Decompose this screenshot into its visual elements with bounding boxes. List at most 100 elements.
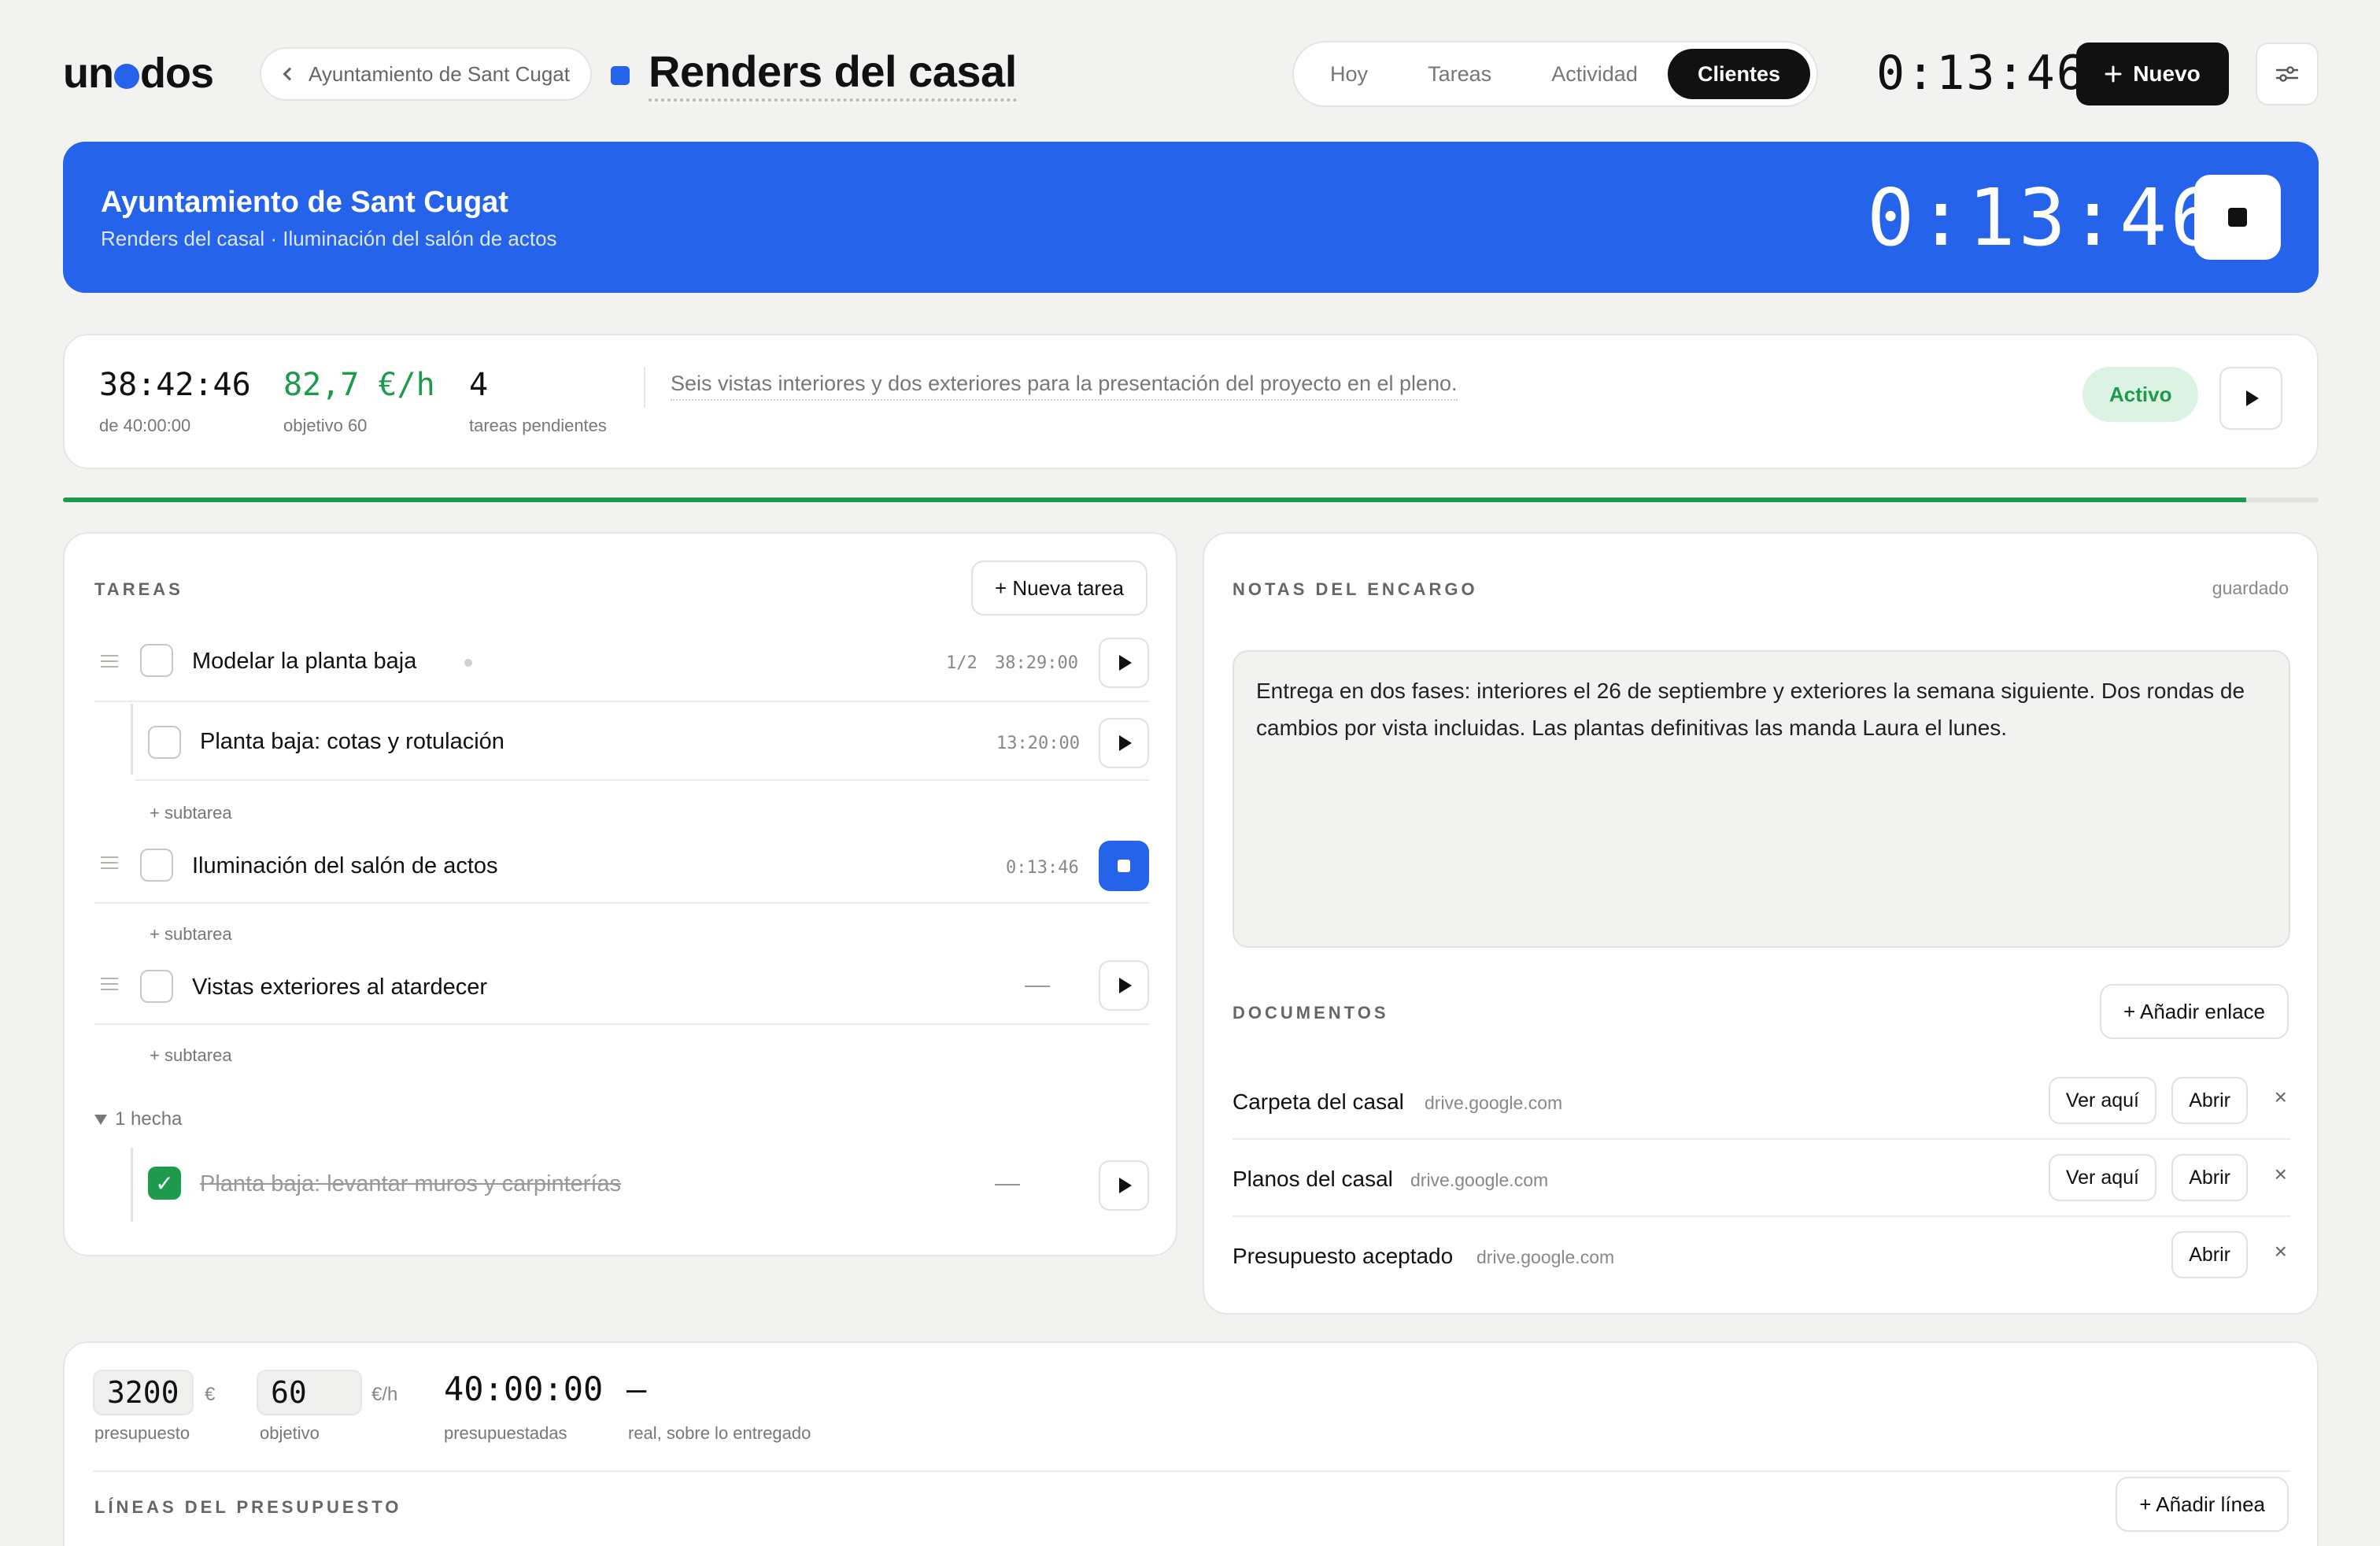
real-rate: –	[626, 1370, 647, 1408]
tab-actividad[interactable]: Actividad	[1521, 49, 1668, 99]
subtask-count: 1/2	[946, 653, 978, 673]
notes-textarea[interactable]: Entrega en dos fases: interiores el 26 d…	[1232, 650, 2290, 948]
play-icon	[1119, 1178, 1132, 1193]
drag-handle-icon[interactable]	[101, 856, 118, 873]
tab-clientes[interactable]: Clientes	[1667, 49, 1810, 99]
no-time-dash	[1025, 986, 1050, 987]
notes-title: NOTAS DEL ENCARGO	[1232, 579, 1478, 599]
hourly-rate: 82,7 €/h	[283, 367, 435, 403]
document-domain: drive.google.com	[1476, 1247, 1615, 1267]
done-task-play-button[interactable]	[1099, 1160, 1149, 1211]
task-play-button[interactable]	[1099, 960, 1149, 1011]
document-name[interactable]: Planos del casal	[1232, 1167, 1393, 1192]
add-subtask-link[interactable]: + subtarea	[150, 924, 232, 945]
budget-divider	[93, 1470, 2290, 1472]
plus-icon	[2105, 65, 2122, 83]
status-badge[interactable]: Activo	[2082, 367, 2199, 422]
tab-tareas[interactable]: Tareas	[1398, 49, 1521, 99]
budget-amount-label: presupuesto	[94, 1423, 190, 1443]
subtask-play-button[interactable]	[1099, 718, 1149, 768]
banner-subtitle: Renders del casal · Iluminación del saló…	[101, 227, 557, 250]
project-description[interactable]: Seis vistas interiores y dos exteriores …	[671, 372, 1458, 401]
project-color-dot	[611, 66, 630, 85]
total-time: 38:42:46	[99, 367, 251, 403]
page-title[interactable]: Renders del casal	[649, 46, 1017, 102]
subtask-name[interactable]: Planta baja: cotas y rotulación	[200, 729, 504, 755]
stop-icon	[2228, 208, 2247, 227]
project-stats-card: 38:42:46 de 40:00:00 82,7 €/h objetivo 6…	[63, 334, 2319, 469]
task-name[interactable]: Modelar la planta baja	[192, 649, 416, 675]
running-timer-banner: Ayuntamiento de Sant Cugat Renders del c…	[63, 142, 2319, 293]
task-checkbox[interactable]	[140, 970, 173, 1003]
play-icon	[1119, 978, 1132, 993]
drag-handle-icon[interactable]	[101, 978, 118, 994]
add-link-button[interactable]: + Añadir enlace	[2100, 984, 2289, 1039]
new-button[interactable]: Nuevo	[2076, 43, 2229, 105]
open-button[interactable]: Abrir	[2171, 1154, 2248, 1201]
task-note-dot	[464, 659, 472, 667]
done-toggle[interactable]: 1 hecha	[94, 1108, 182, 1130]
play-icon	[2246, 390, 2259, 406]
tab-hoy[interactable]: Hoy	[1300, 49, 1398, 99]
budgeted-hours: 40:00:00	[444, 1370, 604, 1408]
app-logo[interactable]: un dos	[63, 49, 214, 98]
settings-button[interactable]	[2256, 43, 2319, 105]
remove-icon[interactable]: ×	[2275, 1162, 2287, 1187]
checked-checkbox-icon[interactable]: ✓	[148, 1167, 181, 1200]
target-rate-unit: €/h	[371, 1384, 398, 1405]
logo-text-start: un	[63, 50, 114, 97]
open-button[interactable]: Abrir	[2171, 1077, 2248, 1124]
budget-amount-input[interactable]: 3200	[93, 1370, 194, 1415]
document-name[interactable]: Carpeta del casal	[1232, 1089, 1404, 1115]
task-row[interactable]: Modelar la planta baja 1/2 38:29:00	[94, 623, 1149, 702]
caret-down-icon	[94, 1114, 107, 1125]
task-play-button[interactable]	[1099, 638, 1149, 688]
chevron-left-icon	[283, 67, 297, 81]
remove-icon[interactable]: ×	[2275, 1085, 2287, 1110]
progress-fill	[63, 497, 2247, 502]
new-button-label: Nuevo	[2133, 61, 2201, 86]
budget-amount-unit: €	[205, 1384, 216, 1405]
add-subtask-link[interactable]: + subtarea	[150, 803, 232, 823]
breadcrumb-back-button[interactable]: Ayuntamiento de Sant Cugat	[260, 47, 592, 101]
target-rate-label: objetivo	[260, 1423, 320, 1443]
done-task-name[interactable]: Planta baja: levantar muros y carpinterí…	[200, 1171, 621, 1197]
drag-handle-icon[interactable]	[101, 655, 118, 671]
tasks-title: TAREAS	[94, 579, 183, 599]
open-button[interactable]: Abrir	[2171, 1231, 2248, 1278]
subtask-checkbox[interactable]	[148, 726, 181, 759]
view-here-button[interactable]: Ver aquí	[2048, 1077, 2156, 1124]
done-task-row[interactable]: ✓ Planta baja: levantar muros y carpinte…	[135, 1149, 1149, 1222]
task-row[interactable]: Vistas exteriores al atardecer	[94, 946, 1149, 1025]
real-rate-label: real, sobre lo entregado	[628, 1423, 811, 1443]
done-toggle-label: 1 hecha	[115, 1108, 183, 1130]
task-stop-button[interactable]	[1099, 841, 1149, 891]
header-timer: 0:13:46	[1876, 46, 2086, 101]
sliders-icon	[2275, 66, 2299, 82]
save-status: guardado	[2212, 578, 2289, 598]
task-name[interactable]: Vistas exteriores al atardecer	[192, 975, 487, 1000]
stats-divider	[644, 367, 645, 408]
budget-progress-bar	[63, 497, 2319, 502]
task-name[interactable]: Iluminación del salón de actos	[192, 853, 498, 879]
project-play-button[interactable]	[2219, 367, 2282, 430]
subtask-time: 13:20:00	[996, 734, 1080, 753]
document-name[interactable]: Presupuesto aceptado	[1232, 1244, 1453, 1269]
task-time: 38:29:00	[995, 653, 1078, 673]
task-row[interactable]: Iluminación del salón de actos 0:13:46	[94, 825, 1149, 904]
target-rate-input[interactable]: 60	[257, 1370, 362, 1415]
notes-card: NOTAS DEL ENCARGO guardado Entrega en do…	[1203, 532, 2319, 1315]
banner-timer: 0:13:46	[1867, 172, 2221, 264]
task-checkbox[interactable]	[140, 849, 173, 882]
documents-title: DOCUMENTOS	[1232, 1003, 1389, 1023]
remove-icon[interactable]: ×	[2275, 1239, 2287, 1264]
document-row: Carpeta del casal drive.google.com Ver a…	[1232, 1063, 2290, 1140]
document-domain: drive.google.com	[1425, 1093, 1563, 1113]
view-here-button[interactable]: Ver aquí	[2048, 1154, 2156, 1201]
subtask-row[interactable]: Planta baja: cotas y rotulación 13:20:00	[135, 702, 1149, 781]
stop-timer-button[interactable]	[2194, 175, 2281, 260]
add-subtask-link[interactable]: + subtarea	[150, 1045, 232, 1066]
task-checkbox[interactable]	[140, 644, 173, 677]
new-task-button[interactable]: + Nueva tarea	[970, 560, 1148, 616]
add-line-button[interactable]: + Añadir línea	[2116, 1477, 2289, 1532]
